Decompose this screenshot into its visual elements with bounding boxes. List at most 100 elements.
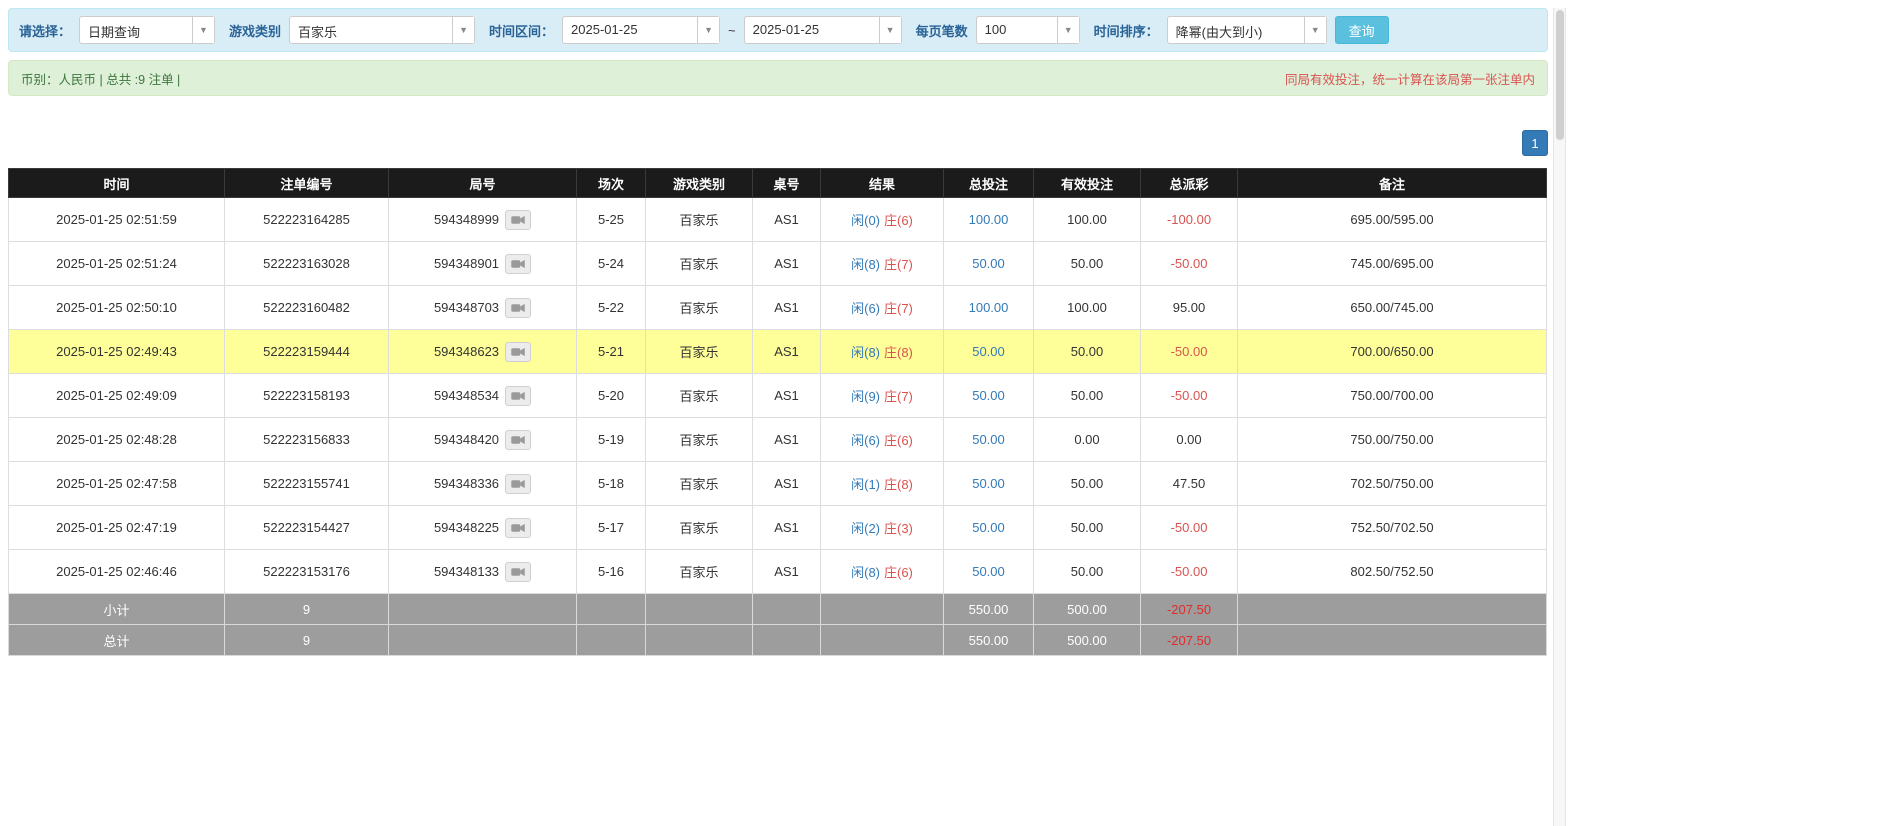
- round-cell: 594348623: [388, 329, 577, 374]
- video-replay-icon[interactable]: [505, 253, 532, 274]
- total-bet-cell: 50.00: [943, 549, 1034, 594]
- sort-select[interactable]: 降幂(由大到小) ▼: [1166, 16, 1327, 44]
- query-type-value: 日期查询: [88, 25, 141, 40]
- banker-result: 庄(8): [884, 345, 913, 360]
- empty-cell: [388, 593, 577, 625]
- table-no-cell: AS1: [752, 285, 821, 330]
- total-bet-link[interactable]: 50.00: [972, 256, 1005, 271]
- table-no-cell: AS1: [752, 549, 821, 594]
- subtotal-count: 9: [224, 593, 389, 625]
- header-cell: 总派彩: [1140, 168, 1238, 198]
- total-bet-link[interactable]: 100.00: [969, 300, 1009, 315]
- subtotal-row: 小计 9 550.00 500.00 -207.50: [8, 593, 1547, 625]
- time-cell: 2025-01-25 02:47:19: [8, 505, 225, 550]
- scrollbar[interactable]: [1553, 8, 1566, 826]
- video-replay-icon[interactable]: [505, 385, 532, 406]
- round-cell: 594348534: [388, 373, 577, 418]
- total-bet-link[interactable]: 50.00: [972, 432, 1005, 447]
- video-replay-icon[interactable]: [505, 341, 532, 362]
- chevron-down-icon: ▼: [452, 17, 475, 43]
- round-cell: 594348703: [388, 285, 577, 330]
- search-button[interactable]: 查询: [1334, 16, 1389, 44]
- video-replay-icon[interactable]: [505, 209, 532, 230]
- total-bet-link[interactable]: 50.00: [972, 564, 1005, 579]
- video-replay-icon[interactable]: [505, 473, 532, 494]
- header-cell: 桌号: [752, 168, 821, 198]
- banker-result: 庄(7): [884, 389, 913, 404]
- result-cell: 闲(8) 庄(6): [820, 549, 944, 594]
- game-type-cell: 百家乐: [645, 417, 753, 462]
- total-bet-link[interactable]: 50.00: [972, 520, 1005, 535]
- payout-cell: -50.00: [1140, 241, 1238, 286]
- empty-cell: [1237, 624, 1547, 656]
- video-replay-icon[interactable]: [505, 297, 532, 318]
- empty-cell: [752, 624, 821, 656]
- total-bet-link[interactable]: 100.00: [969, 212, 1009, 227]
- game-type-value: 百家乐: [298, 25, 338, 40]
- time-cell: 2025-01-25 02:46:46: [8, 549, 225, 594]
- total-count: 9: [224, 624, 389, 656]
- table-row: 2025-01-25 02:51:59 522223164285 5943489…: [8, 197, 1547, 242]
- player-result: 闲(0): [851, 213, 880, 228]
- scrollbar-thumb[interactable]: [1556, 10, 1564, 140]
- video-replay-icon[interactable]: [505, 561, 532, 582]
- time-cell: 2025-01-25 02:47:58: [8, 461, 225, 506]
- time-cell: 2025-01-25 02:49:43: [8, 329, 225, 374]
- remark-cell: 802.50/752.50: [1237, 549, 1547, 594]
- game-type-cell: 百家乐: [645, 373, 753, 418]
- header-cell: 时间: [8, 168, 225, 198]
- empty-cell: [388, 624, 577, 656]
- time-cell: 2025-01-25 02:51:59: [8, 197, 225, 242]
- total-bet-link[interactable]: 50.00: [972, 388, 1005, 403]
- banker-result: 庄(3): [884, 521, 913, 536]
- game-type-cell: 百家乐: [645, 505, 753, 550]
- date-from-input[interactable]: 2025-01-25 ▼: [562, 16, 721, 44]
- table-no-cell: AS1: [752, 241, 821, 286]
- valid-bet-cell: 50.00: [1033, 373, 1141, 418]
- table-body: 2025-01-25 02:51:59 522223164285 5943489…: [8, 197, 1547, 594]
- total-bet-link[interactable]: 50.00: [972, 476, 1005, 491]
- subtotal-payout: -207.50: [1140, 593, 1238, 625]
- bet-id-cell: 522223159444: [224, 329, 389, 374]
- query-type-select[interactable]: 日期查询 ▼: [79, 16, 216, 44]
- page-size-label: 每页笔数: [915, 23, 968, 39]
- chevron-down-icon: ▼: [878, 17, 901, 43]
- empty-cell: [820, 624, 944, 656]
- header-cell: 结果: [820, 168, 944, 198]
- date-range-label: 时间区间：: [489, 23, 555, 39]
- banker-result: 庄(6): [884, 565, 913, 580]
- payout-cell: 95.00: [1140, 285, 1238, 330]
- remark-cell: 700.00/650.00: [1237, 329, 1547, 374]
- table-row: 2025-01-25 02:46:46 522223153176 5943481…: [8, 549, 1547, 594]
- game-type-select[interactable]: 百家乐 ▼: [289, 16, 476, 44]
- header-cell: 游戏类别: [645, 168, 753, 198]
- valid-bet-cell: 50.00: [1033, 505, 1141, 550]
- game-type-cell: 百家乐: [645, 285, 753, 330]
- page-1-button[interactable]: 1: [1522, 130, 1548, 156]
- note-text: 同局有效投注，统一计算在该局第一张注单内: [1284, 72, 1535, 87]
- select-label: 请选择：: [19, 23, 72, 39]
- remark-cell: 745.00/695.00: [1237, 241, 1547, 286]
- time-cell: 2025-01-25 02:51:24: [8, 241, 225, 286]
- remark-cell: 695.00/595.00: [1237, 197, 1547, 242]
- chevron-down-icon: ▼: [697, 17, 720, 43]
- session-cell: 5-20: [576, 373, 646, 418]
- video-replay-icon[interactable]: [505, 429, 532, 450]
- game-type-cell: 百家乐: [645, 197, 753, 242]
- bet-id-cell: 522223155741: [224, 461, 389, 506]
- session-cell: 5-24: [576, 241, 646, 286]
- header-cell: 局号: [388, 168, 577, 198]
- empty-cell: [645, 624, 753, 656]
- video-replay-icon[interactable]: [505, 517, 532, 538]
- page-size-input[interactable]: 100 ▼: [975, 16, 1080, 44]
- total-total-bet: 550.00: [943, 624, 1034, 656]
- header-cell: 注单编号: [224, 168, 389, 198]
- date-from-value: 2025-01-25: [571, 22, 638, 37]
- total-bet-link[interactable]: 50.00: [972, 344, 1005, 359]
- player-result: 闲(8): [851, 257, 880, 272]
- date-to-input[interactable]: 2025-01-25 ▼: [743, 16, 902, 44]
- table-no-cell: AS1: [752, 505, 821, 550]
- banker-result: 庄(7): [884, 301, 913, 316]
- remark-cell: 702.50/750.00: [1237, 461, 1547, 506]
- session-cell: 5-17: [576, 505, 646, 550]
